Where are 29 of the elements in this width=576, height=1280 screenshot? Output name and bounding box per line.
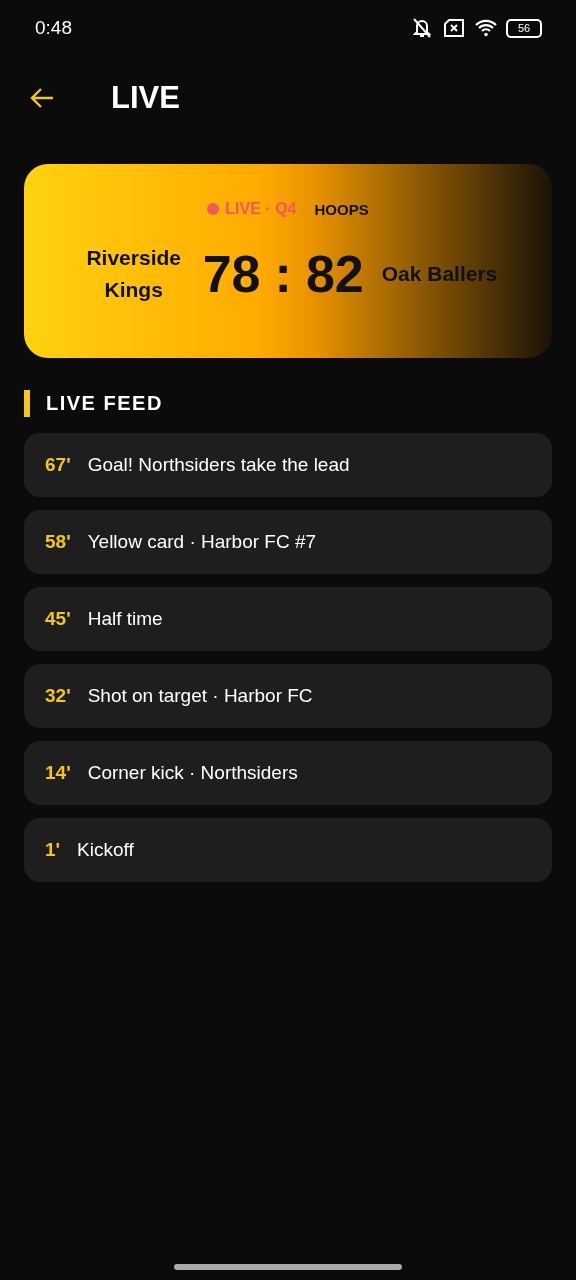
event-text: Yellow card · Harbor FC #7	[87, 531, 317, 553]
back-arrow-icon[interactable]	[29, 87, 55, 109]
event-text: Shot on target · Harbor FC	[87, 685, 313, 707]
wifi-icon	[474, 18, 498, 38]
event-minute: 14'	[45, 762, 71, 784]
bell-muted-icon	[410, 17, 434, 39]
event-text: Kickoff	[77, 839, 134, 861]
home-score: 78	[202, 244, 261, 304]
event-text: Goal! Northsiders take the lead	[87, 454, 350, 476]
event-text: Corner kick · Northsiders	[87, 762, 298, 784]
status-time: 0:48	[35, 17, 72, 39]
event-minute: 58'	[45, 531, 71, 553]
event-minute: 1'	[45, 839, 61, 861]
event-text: Half time	[87, 608, 163, 630]
sim-error-icon	[442, 18, 466, 38]
live-dot-icon	[207, 203, 220, 215]
event-minute: 45'	[45, 608, 71, 630]
match-status: LIVE · Q4	[225, 200, 297, 218]
event-minute: 32'	[45, 685, 71, 707]
event-minute: 67'	[45, 454, 71, 476]
battery-icon: 56	[506, 18, 542, 38]
away-score: 82	[305, 244, 364, 304]
away-team: Oak Ballers	[381, 262, 498, 286]
sport-label: HOOPS	[314, 200, 369, 218]
home-team: Riverside Kings	[85, 245, 182, 303]
section-marker	[24, 390, 30, 417]
page-title: LIVE	[111, 80, 180, 116]
section-title: LIVE FEED	[46, 392, 163, 415]
score-separator: :	[274, 244, 292, 304]
